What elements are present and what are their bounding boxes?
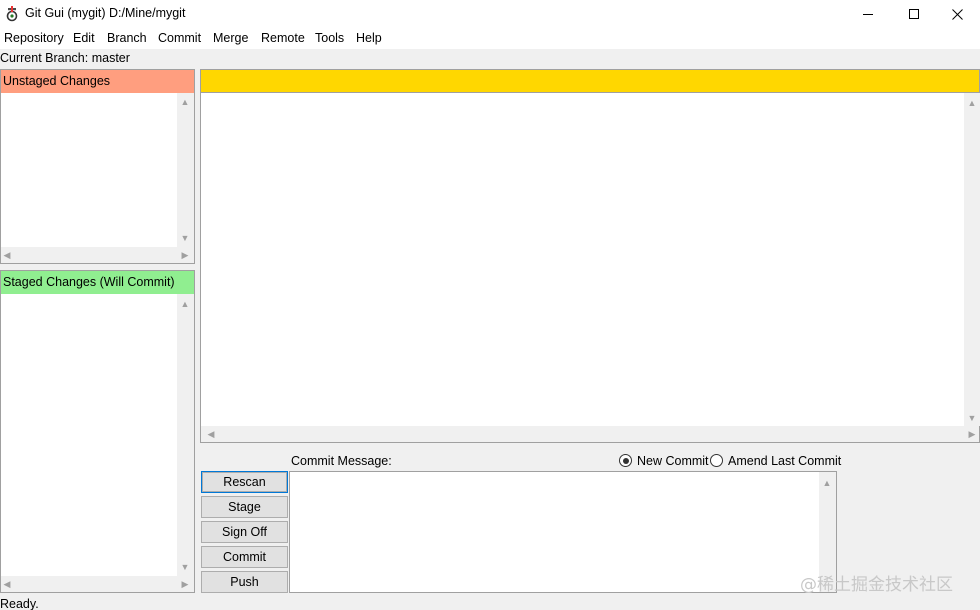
maximize-icon (909, 9, 919, 19)
maximize-button[interactable] (891, 0, 937, 28)
minimize-button[interactable] (845, 0, 891, 28)
staged-pane: Staged Changes (Will Commit) ▲ ▼ ◀ ▶ (0, 270, 195, 593)
scroll-down-icon[interactable]: ▼ (966, 413, 978, 423)
staged-vscrollbar[interactable]: ▲ ▼ (177, 294, 194, 576)
menu-repository[interactable]: Repository (4, 31, 64, 45)
sign-off-button[interactable]: Sign Off (201, 521, 288, 543)
watermark: @稀土掘金技术社区 (800, 575, 953, 595)
scroll-right-icon[interactable]: ▶ (179, 250, 191, 260)
git-gui-icon (6, 6, 18, 22)
scroll-up-icon[interactable]: ▲ (179, 299, 191, 309)
scroll-down-icon[interactable]: ▼ (179, 233, 191, 243)
close-button[interactable] (934, 0, 980, 28)
stage-changed-button[interactable]: Stage Changed (201, 496, 288, 534)
unstaged-pane: Unstaged Changes ▲ ▼ ◀ ▶ (0, 69, 195, 264)
commit-message-input[interactable]: ▲ (289, 471, 837, 593)
diff-vscrollbar[interactable]: ▲ ▼ (964, 93, 980, 426)
scroll-left-icon[interactable]: ◀ (1, 250, 13, 260)
minimize-icon (863, 14, 873, 15)
rescan-button[interactable]: Rescan (201, 471, 288, 493)
scroll-up-icon[interactable]: ▲ (966, 98, 978, 108)
amend-commit-radio[interactable] (710, 454, 723, 467)
amend-commit-label[interactable]: Amend Last Commit (728, 454, 841, 468)
unstaged-vscrollbar[interactable]: ▲ ▼ (177, 93, 194, 247)
diff-header (200, 69, 980, 93)
menu-help[interactable]: Help (356, 31, 382, 45)
push-button[interactable]: Push (201, 571, 288, 593)
staged-hscrollbar[interactable]: ◀ ▶ (1, 576, 194, 592)
commit-message-label: Commit Message: (291, 454, 392, 468)
new-commit-label[interactable]: New Commit (637, 454, 709, 468)
scroll-left-icon[interactable]: ◀ (205, 429, 217, 439)
current-branch-label: Current Branch: master (0, 51, 130, 65)
menu-remote[interactable]: Remote (261, 31, 305, 45)
staged-header: Staged Changes (Will Commit) (1, 271, 194, 294)
scroll-up-icon[interactable]: ▲ (179, 97, 191, 107)
menu-merge[interactable]: Merge (213, 31, 248, 45)
scroll-up-icon[interactable]: ▲ (821, 478, 833, 488)
scroll-left-icon[interactable]: ◀ (1, 579, 13, 589)
menu-edit[interactable]: Edit (73, 31, 95, 45)
menu-bar: Repository Edit Branch Commit Merge Remo… (0, 28, 980, 49)
diff-hscrollbar[interactable]: ◀ ▶ (201, 426, 979, 442)
unstaged-header: Unstaged Changes (1, 70, 194, 93)
diff-view[interactable]: ▲ ▼ ◀ ▶ (200, 92, 980, 443)
commit-button[interactable]: Commit (201, 546, 288, 568)
close-icon (951, 8, 963, 20)
radio-selected-dot (622, 457, 629, 464)
new-commit-radio[interactable] (619, 454, 632, 467)
scroll-right-icon[interactable]: ▶ (179, 579, 191, 589)
menu-commit[interactable]: Commit (158, 31, 201, 45)
unstaged-hscrollbar[interactable]: ◀ ▶ (1, 247, 194, 263)
menu-branch[interactable]: Branch (107, 31, 147, 45)
scroll-down-icon[interactable]: ▼ (179, 562, 191, 572)
status-bar: Ready. (0, 597, 39, 610)
window-title: Git Gui (mygit) D:/Mine/mygit (25, 6, 186, 20)
scroll-right-icon[interactable]: ▶ (966, 429, 978, 439)
menu-tools[interactable]: Tools (315, 31, 344, 45)
